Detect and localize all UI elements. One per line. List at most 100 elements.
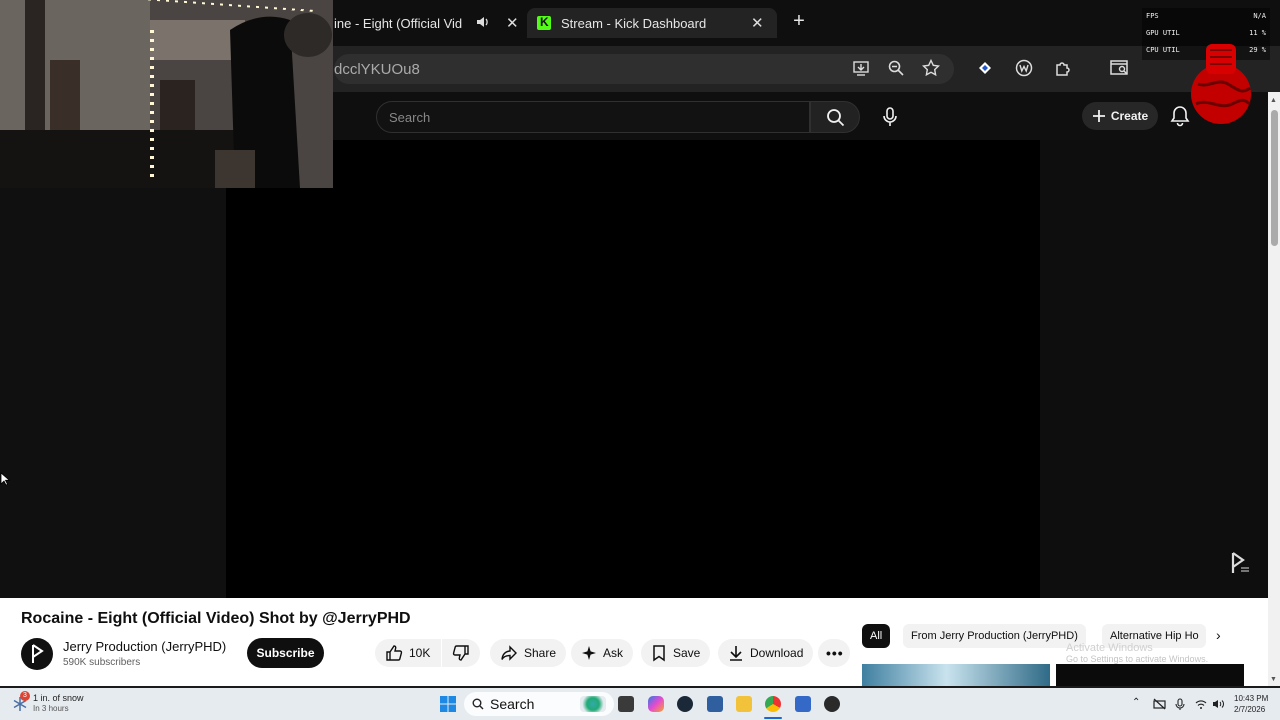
dislike-button[interactable] (442, 639, 480, 667)
perf-label: CPU UTIL (1146, 46, 1180, 54)
scroll-down-icon[interactable]: ▼ (1270, 676, 1277, 683)
weather-text[interactable]: 1 in. of snow (33, 693, 84, 703)
video-player[interactable] (226, 140, 1040, 598)
fist-globe-logo (1176, 44, 1262, 126)
microphone-icon (883, 107, 897, 126)
more-horizontal-icon: ••• (826, 645, 844, 661)
file-explorer-icon[interactable] (736, 696, 752, 712)
search-icon (827, 109, 845, 127)
tab-kick-dashboard[interactable]: Stream - Kick Dashboard ✕ (527, 8, 777, 38)
perf-value: N/A (1253, 12, 1266, 20)
url-text: dcclYKUOu8 (334, 61, 420, 78)
task-view-icon[interactable] (618, 696, 634, 712)
save-label: Save (673, 646, 701, 660)
taskbar-search-label: Search (490, 696, 535, 712)
copilot-icon[interactable] (648, 696, 664, 712)
search-placeholder: Search (389, 110, 431, 125)
channel-name[interactable]: Jerry Production (JerryPHD) (63, 639, 226, 654)
active-app-indicator (764, 717, 782, 719)
right-panel (1040, 140, 1268, 598)
download-label: Download (750, 646, 804, 660)
chip-all[interactable]: All (862, 624, 891, 648)
bookmark-icon (653, 645, 665, 662)
zoom-icon[interactable] (886, 59, 906, 79)
download-icon (730, 646, 742, 661)
new-tab-icon[interactable]: + (788, 10, 810, 32)
install-app-icon[interactable] (851, 59, 871, 79)
perf-row: FPS N/A (1146, 12, 1266, 20)
extensions-puzzle-icon[interactable] (1053, 59, 1073, 79)
chip-from-channel[interactable]: From Jerry Production (JerryPHD) (903, 624, 1086, 648)
steam-icon[interactable] (677, 696, 693, 712)
video-info-section: Rocaine - Eight (Official Video) Shot by… (0, 598, 1268, 686)
tab-search-icon[interactable] (1110, 59, 1130, 79)
like-button[interactable]: 10K (375, 639, 441, 667)
clock-date[interactable]: 2/7/2026 (1234, 705, 1265, 714)
extension-w-icon[interactable] (1014, 59, 1034, 79)
close-icon[interactable]: ✕ (506, 14, 519, 32)
search-input[interactable]: Search (376, 101, 810, 133)
share-label: Share (524, 646, 557, 660)
subscriber-count: 590K subscribers (63, 657, 141, 668)
create-label: Create (1110, 109, 1149, 123)
weather-badge: 3 (20, 691, 30, 701)
create-button[interactable]: Create (1082, 102, 1158, 130)
save-button[interactable]: Save (641, 639, 711, 667)
search-button[interactable] (810, 101, 860, 133)
store-icon[interactable] (795, 696, 811, 712)
microphone-icon[interactable] (1174, 697, 1186, 710)
string-lights (150, 30, 154, 180)
weather-subtext: In 3 hours (33, 704, 69, 713)
thumbs-up-icon (386, 645, 403, 661)
desktop-app-icon[interactable] (707, 696, 723, 712)
chevron-right-icon[interactable]: › (1216, 627, 1221, 643)
webcam-overlay (0, 0, 333, 188)
chrome-icon[interactable] (765, 696, 781, 712)
recommended-video-thumbnail[interactable] (1056, 664, 1244, 686)
download-button[interactable]: Download (718, 639, 814, 667)
windows-taskbar: 3 1 in. of snow In 3 hours Search ⌃ 10:4… (0, 688, 1280, 720)
left-panel (0, 188, 226, 598)
activate-windows-watermark: Activate Windows Go to Settings to activ… (1066, 642, 1208, 664)
clock-time[interactable]: 10:43 PM (1234, 694, 1268, 703)
perf-label: GPU UTIL (1146, 29, 1180, 37)
wifi-icon[interactable] (1195, 697, 1207, 709)
perf-label: FPS (1146, 12, 1159, 20)
activate-windows-subtitle: Go to Settings to activate Windows. (1066, 654, 1209, 664)
share-button[interactable]: Share (490, 639, 567, 667)
mouse-cursor-icon (0, 472, 11, 486)
chevron-up-icon[interactable]: ⌃ (1132, 697, 1140, 708)
like-count: 10K (409, 646, 431, 660)
perf-row: GPU UTIL 11 % (1146, 29, 1266, 37)
taskbar-search[interactable]: Search (464, 692, 614, 716)
search-highlight-icon (580, 696, 606, 712)
thumbs-down-icon (452, 645, 469, 661)
ask-button[interactable]: Ask (571, 639, 634, 667)
perf-value: 11 % (1249, 29, 1266, 37)
scroll-up-icon[interactable]: ▲ (1270, 97, 1277, 104)
extension-diamond-icon[interactable] (975, 59, 995, 79)
volume-icon[interactable] (1212, 697, 1224, 709)
windows-start-icon[interactable] (440, 696, 456, 712)
ask-label: Ask (603, 646, 624, 660)
recommended-video-thumbnail[interactable] (862, 664, 1050, 686)
channel-avatar[interactable] (21, 638, 53, 670)
search-icon (472, 698, 484, 710)
plus-icon (1092, 110, 1105, 122)
scrollbar-thumb[interactable] (1271, 110, 1278, 246)
sparkle-icon (582, 646, 596, 660)
hidden-icon[interactable] (1153, 697, 1166, 710)
bookmark-star-icon[interactable] (921, 58, 941, 79)
voice-search-button[interactable] (872, 100, 906, 134)
close-icon[interactable]: ✕ (751, 14, 764, 32)
speaker-icon[interactable] (476, 15, 490, 32)
channel-watermark-logo[interactable] (1225, 550, 1251, 576)
obs-icon[interactable] (824, 696, 840, 712)
tab-title: Stream - Kick Dashboard (561, 15, 707, 31)
activate-windows-title: Activate Windows (1066, 642, 1153, 654)
share-icon (501, 645, 517, 661)
tab-youtube-video[interactable]: ine - Eight (Official Vid ✕ (334, 8, 520, 38)
kick-logo-icon (537, 15, 551, 30)
more-actions-button[interactable]: ••• (818, 639, 850, 667)
subscribe-button[interactable]: Subscribe (247, 638, 324, 668)
